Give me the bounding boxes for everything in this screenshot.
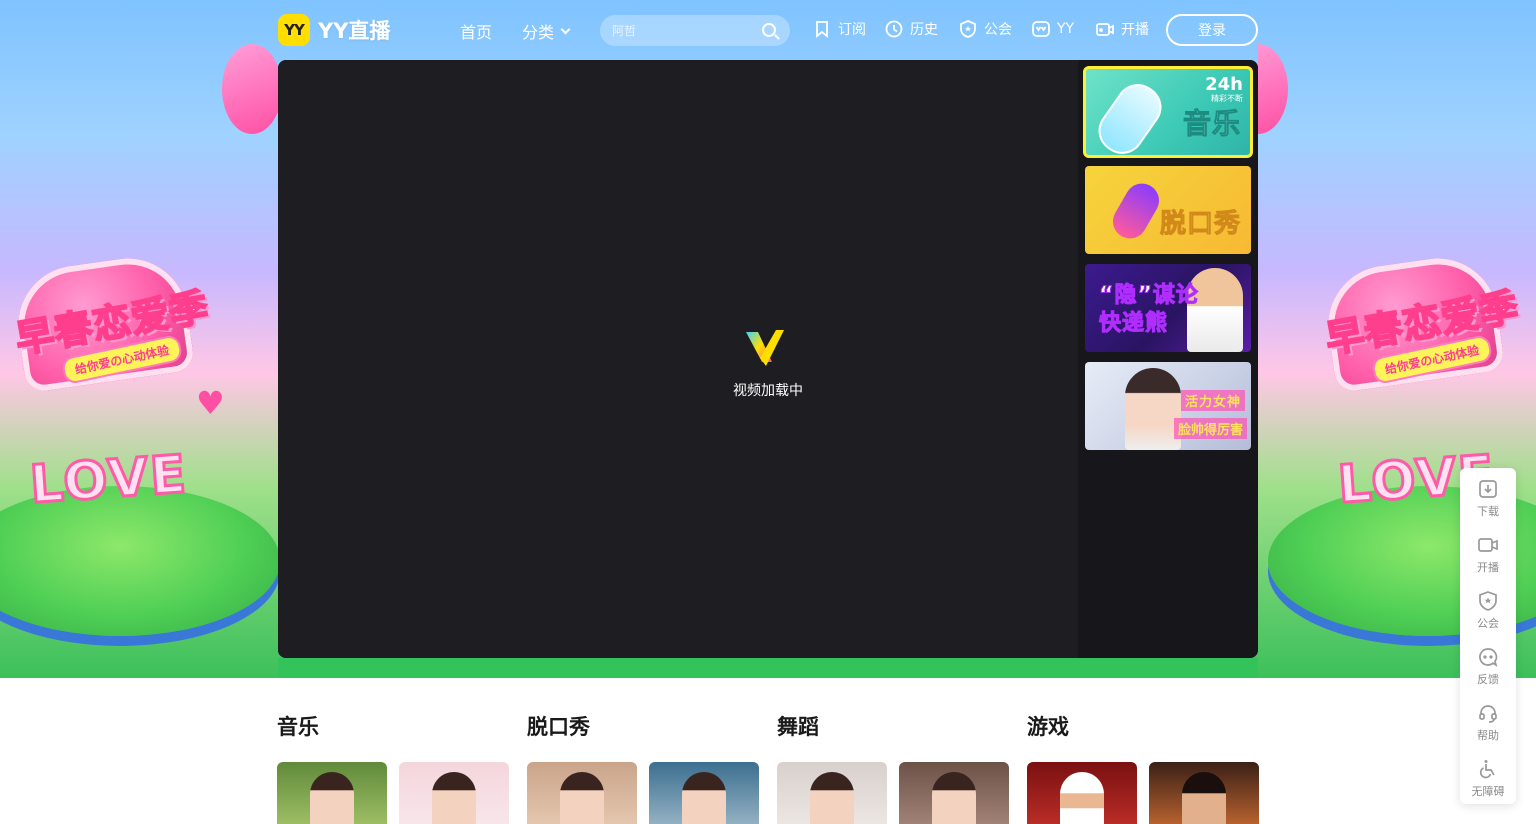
hero-decoration-left: 早春恋爱季 给你爱の心动体验 ♥ LOVE (0, 0, 278, 678)
live-thumbnail[interactable] (899, 762, 1009, 824)
clock-icon (885, 20, 903, 38)
nav-subscribe[interactable]: 订阅 (812, 19, 866, 39)
yy-logo-icon: YY (278, 14, 310, 46)
streamer-portrait (682, 772, 726, 824)
side-feedback-label: 反馈 (1477, 673, 1499, 686)
nav-home[interactable]: 首页 (460, 19, 492, 43)
thumbnail-row (1027, 762, 1259, 824)
nav-guild[interactable]: 公会 (958, 19, 1012, 39)
search-icon[interactable] (762, 23, 776, 37)
live-thumbnail[interactable] (1149, 762, 1259, 824)
site-logo[interactable]: YY YY直播 (278, 14, 390, 46)
side-go-live[interactable]: 开播 (1460, 534, 1516, 590)
search-input[interactable] (612, 23, 752, 38)
headset-icon (1479, 705, 1497, 723)
category-dance: 舞蹈 (777, 712, 1009, 824)
thumbnail-row (777, 762, 1009, 824)
side-help[interactable]: 帮助 (1460, 702, 1516, 758)
category-title[interactable]: 舞蹈 (777, 712, 819, 742)
love-text: LOVE (27, 443, 192, 517)
thumbnail-row (527, 762, 759, 824)
card-title: 活力女神 (1180, 390, 1245, 411)
category-title[interactable]: 脱口秀 (527, 712, 590, 742)
side-go-live-label: 开播 (1477, 561, 1499, 574)
side-guild[interactable]: 公会 (1460, 590, 1516, 646)
microphone-illustration (1106, 177, 1166, 245)
nav-subscribe-label: 订阅 (838, 22, 866, 38)
search-box (600, 15, 790, 46)
game-character (1182, 772, 1226, 824)
bookmark-icon (816, 21, 828, 38)
badge-24h: 24h 精彩不断 (1205, 74, 1243, 103)
category-games: 游戏 (1027, 712, 1259, 824)
download-icon (1479, 480, 1497, 498)
feedback-icon (1479, 648, 1498, 667)
category-music: 音乐 (277, 712, 509, 824)
live-thumbnail[interactable] (527, 762, 637, 824)
recommend-card-courier-bear[interactable]: “隐”谋论 快递熊 (1085, 264, 1251, 352)
side-guild-label: 公会 (1477, 617, 1499, 630)
live-thumbnail[interactable] (777, 762, 887, 824)
side-download-label: 下载 (1477, 505, 1499, 518)
nav-history-label: 历史 (910, 22, 938, 38)
streamer-portrait (310, 772, 354, 824)
nav-category[interactable]: 分类 (522, 19, 571, 43)
live-player: 视频加载中 24h 精彩不断 音乐 脱口秀 “隐”谋论 快递熊 活力女神 脸帅得… (278, 60, 1258, 658)
streamer-portrait (810, 772, 854, 824)
tube-illustration (1089, 75, 1171, 156)
card-title: “隐”谋论 快递熊 (1099, 283, 1199, 337)
heart-icon: ♥ (196, 384, 225, 422)
card-title: 脱口秀 (1159, 209, 1241, 240)
loading-text: 视频加载中 (733, 383, 803, 399)
thumbnail-row (277, 762, 509, 824)
category-title[interactable]: 音乐 (277, 712, 319, 742)
side-help-label: 帮助 (1477, 729, 1499, 742)
recommend-card-talkshow[interactable]: 脱口秀 (1085, 166, 1251, 254)
yy-icon (1032, 21, 1050, 37)
nav-history[interactable]: 历史 (884, 19, 938, 39)
wheelchair-icon (1479, 760, 1495, 779)
game-character (1060, 772, 1104, 824)
category-talkshow: 脱口秀 (527, 712, 759, 824)
hero-strip (278, 658, 1258, 678)
side-accessibility-label: 无障碍 (1471, 785, 1505, 798)
video-camera-icon (1478, 538, 1498, 552)
live-thumbnail[interactable] (277, 762, 387, 824)
side-feedback[interactable]: 反馈 (1460, 646, 1516, 702)
nav-go-live-label: 开播 (1121, 22, 1149, 38)
side-toolbar: 下载 开播 公会 反馈 帮助 无障碍 (1460, 468, 1516, 804)
nav-category-label: 分类 (522, 23, 555, 42)
streamer-portrait (932, 772, 976, 824)
shield-icon (960, 20, 976, 38)
side-accessibility[interactable]: 无障碍 (1460, 758, 1516, 814)
top-header: YY YY直播 首页 分类 订阅 历史 公会 YY 开播 登录 (0, 0, 1536, 60)
card-subtitle: 脸帅得厉害 (1173, 418, 1247, 439)
recommend-list: 24h 精彩不断 音乐 脱口秀 “隐”谋论 快递熊 活力女神 脸帅得厉害 (1078, 60, 1258, 658)
live-thumbnail[interactable] (399, 762, 509, 824)
logo-text: YY直播 (318, 19, 391, 43)
side-download[interactable]: 下载 (1460, 478, 1516, 534)
host-portrait (1125, 368, 1181, 450)
recommend-card-goddess[interactable]: 活力女神 脸帅得厉害 (1085, 362, 1251, 450)
nav-go-live[interactable]: 开播 (1095, 19, 1149, 39)
live-thumbnail[interactable] (1027, 762, 1137, 824)
nav-yy[interactable]: YY (1031, 19, 1074, 39)
shield-icon (1479, 591, 1497, 611)
streamer-portrait (560, 772, 604, 824)
card-title: 音乐 (1182, 107, 1241, 141)
video-area[interactable]: 视频加载中 (278, 60, 1078, 658)
nav-guild-label: 公会 (984, 22, 1012, 38)
category-title[interactable]: 游戏 (1027, 712, 1069, 742)
loading-logo-icon (746, 330, 784, 366)
chevron-down-icon (560, 24, 571, 34)
live-thumbnail[interactable] (649, 762, 759, 824)
video-camera-icon (1096, 23, 1114, 36)
login-button[interactable]: 登录 (1166, 14, 1258, 46)
recommend-card-music[interactable]: 24h 精彩不断 音乐 (1083, 66, 1253, 158)
nav-yy-label: YY (1057, 21, 1075, 37)
streamer-portrait (432, 772, 476, 824)
